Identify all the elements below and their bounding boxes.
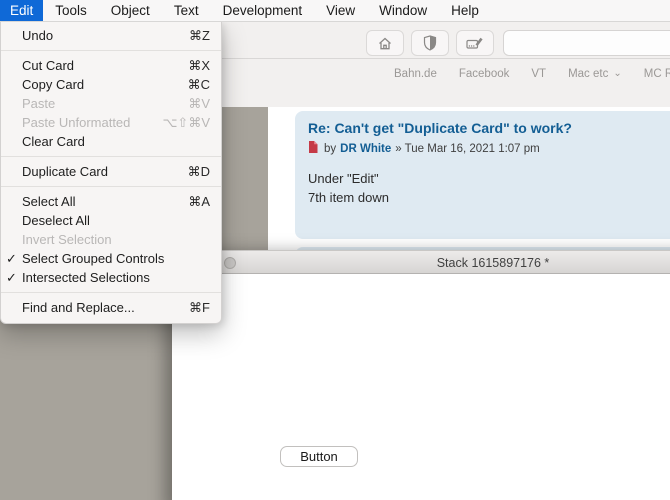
menu-item-shortcut: ⌥⇧⌘V <box>162 115 210 131</box>
stack-window-title: Stack 1615897176 * <box>172 251 670 275</box>
post-body-line: Under "Edit" <box>308 169 665 188</box>
menu-item-shortcut: ⌘V <box>188 96 210 112</box>
stack-window: Stack 1615897176 * Button <box>172 250 670 500</box>
menu-separator <box>1 156 221 157</box>
stack-window-content: Button <box>172 275 670 500</box>
shield-icon <box>423 35 437 51</box>
checkmark-icon: ✓ <box>6 270 17 286</box>
bookmark-label: Mac etc <box>568 68 608 80</box>
menu-separator <box>1 292 221 293</box>
menubar-item-view[interactable]: View <box>314 0 367 21</box>
menubar-item-edit[interactable]: Edit <box>0 0 43 21</box>
menubar-item-window[interactable]: Window <box>367 0 439 21</box>
post-title[interactable]: Re: Can't get "Duplicate Card" to work? <box>308 120 665 136</box>
menu-item-shortcut: ⌘D <box>188 164 210 180</box>
menubar-item-text[interactable]: Text <box>162 0 211 21</box>
menu-item-label: Find and Replace... <box>22 300 179 315</box>
menu-item-shortcut: ⌘Z <box>189 28 210 44</box>
menubar-item-tools[interactable]: Tools <box>43 0 99 21</box>
menu-item-label: Paste Unformatted <box>22 115 152 130</box>
menu-item-duplicate-card[interactable]: Duplicate Card ⌘D <box>1 162 221 181</box>
menu-item-label: Copy Card <box>22 77 178 92</box>
bookmark-label: Facebook <box>459 68 510 80</box>
bookmark-item[interactable]: VT <box>531 68 546 80</box>
byline-prefix: by <box>324 143 336 155</box>
byline-date: » Tue Mar 16, 2021 1:07 pm <box>395 143 539 155</box>
shield-button[interactable] <box>411 30 449 56</box>
menu-item-label: Clear Card <box>22 134 200 149</box>
menu-item-intersected-selections[interactable]: ✓ Intersected Selections <box>1 268 221 287</box>
bookmark-item[interactable]: Facebook <box>459 68 510 80</box>
home-button[interactable] <box>366 30 404 56</box>
menu-separator <box>1 186 221 187</box>
menu-item-label: Paste <box>22 96 178 111</box>
bookmark-item[interactable]: Bahn.de <box>394 68 437 80</box>
bookmark-label: VT <box>531 68 546 80</box>
menu-item-clear-card[interactable]: Clear Card <box>1 132 221 151</box>
menu-item-label: Invert Selection <box>22 232 200 247</box>
menu-item-label: Duplicate Card <box>22 164 178 179</box>
menu-item-find-and-replace[interactable]: Find and Replace... ⌘F <box>1 298 221 317</box>
chevron-down-icon: ⌄ <box>613 70 621 78</box>
address-bar-input[interactable] <box>503 30 670 56</box>
menu-item-deselect-all[interactable]: Deselect All <box>1 211 221 230</box>
post-byline: by DR White » Tue Mar 16, 2021 1:07 pm <box>308 141 665 156</box>
menu-item-invert-selection: Invert Selection <box>1 230 221 249</box>
menu-item-paste: Paste ⌘V <box>1 94 221 113</box>
menu-item-label: Cut Card <box>22 58 178 73</box>
menu-item-cut-card[interactable]: Cut Card ⌘X <box>1 56 221 75</box>
menu-item-label: Select Grouped Controls <box>22 251 200 266</box>
browser-content: Re: Can't get "Duplicate Card" to work? … <box>268 107 670 250</box>
bookmark-folder[interactable]: Mac etc ⌄ <box>568 68 622 80</box>
menu-item-shortcut: ⌘A <box>188 194 210 210</box>
menubar-item-development[interactable]: Development <box>211 0 315 21</box>
checkmark-icon: ✓ <box>6 251 17 267</box>
menubar-item-help[interactable]: Help <box>439 0 491 21</box>
edit-menu: Undo ⌘Z Cut Card ⌘X Copy Card ⌘C Paste ⌘… <box>0 22 222 324</box>
menu-item-undo[interactable]: Undo ⌘Z <box>1 26 221 45</box>
menu-item-shortcut: ⌘C <box>188 77 210 93</box>
post-body-line: 7th item down <box>308 188 665 207</box>
menu-item-shortcut: ⌘F <box>189 300 210 316</box>
bookmark-label: Bahn.de <box>394 68 437 80</box>
menu-item-shortcut: ⌘X <box>188 58 210 74</box>
forum-post: Re: Can't get "Duplicate Card" to work? … <box>295 111 670 239</box>
post-file-icon <box>308 141 318 156</box>
menu-item-label: Undo <box>22 28 179 43</box>
bookmarks-bar: Bahn.de Facebook VT Mac etc ⌄ MC RR ⌄ <box>222 59 670 89</box>
post-author-link[interactable]: DR White <box>340 143 391 155</box>
menu-item-label: Intersected Selections <box>22 270 200 285</box>
menu-item-select-all[interactable]: Select All ⌘A <box>1 192 221 211</box>
menu-bar: Edit Tools Object Text Development View … <box>0 0 670 22</box>
home-icon <box>377 36 393 51</box>
stack-window-titlebar[interactable]: Stack 1615897176 * <box>172 250 670 274</box>
menu-separator <box>1 50 221 51</box>
browser-toolbar: Bahn.de Facebook VT Mac etc ⌄ MC RR ⌄ <box>222 22 670 107</box>
menu-item-label: Deselect All <box>22 213 200 228</box>
menubar-item-object[interactable]: Object <box>99 0 162 21</box>
compose-button[interactable] <box>456 30 494 56</box>
bookmark-folder[interactable]: MC RR ⌄ <box>644 68 670 80</box>
stack-button[interactable]: Button <box>280 446 358 467</box>
menu-item-label: Select All <box>22 194 178 209</box>
menu-item-paste-unformatted: Paste Unformatted ⌥⇧⌘V <box>1 113 221 132</box>
menu-item-copy-card[interactable]: Copy Card ⌘C <box>1 75 221 94</box>
compose-icon <box>466 36 484 50</box>
menu-item-select-grouped-controls[interactable]: ✓ Select Grouped Controls <box>1 249 221 268</box>
post-body: Under "Edit" 7th item down <box>308 169 665 207</box>
bookmark-label: MC RR <box>644 68 670 80</box>
